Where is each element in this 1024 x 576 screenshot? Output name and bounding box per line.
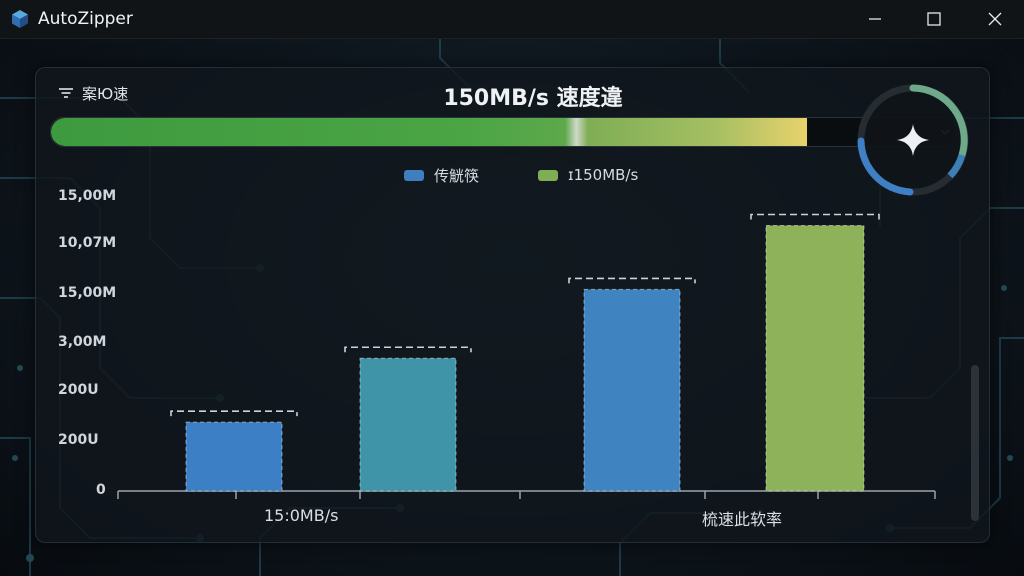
chart-bar: [765, 225, 865, 492]
chart-bar: [583, 288, 681, 492]
vertical-scrollbar[interactable]: [971, 365, 979, 521]
bar-range-cap: [750, 213, 880, 220]
chart-bar: [185, 421, 283, 492]
bar-range-cap: [170, 410, 298, 417]
bar-range-cap: [568, 277, 696, 284]
speed-bar-chart: [117, 213, 936, 499]
x-tick-label: 15:0MB/s: [264, 506, 339, 525]
bar-range-cap: [344, 346, 472, 353]
x-tick-label: 梳速此软率: [702, 510, 783, 529]
chart-bar: [359, 357, 457, 492]
app-window: AutoZipper 案Ю速 150MB/s 速度違 传觥筷 ɪ150MB/s …: [0, 0, 1024, 576]
